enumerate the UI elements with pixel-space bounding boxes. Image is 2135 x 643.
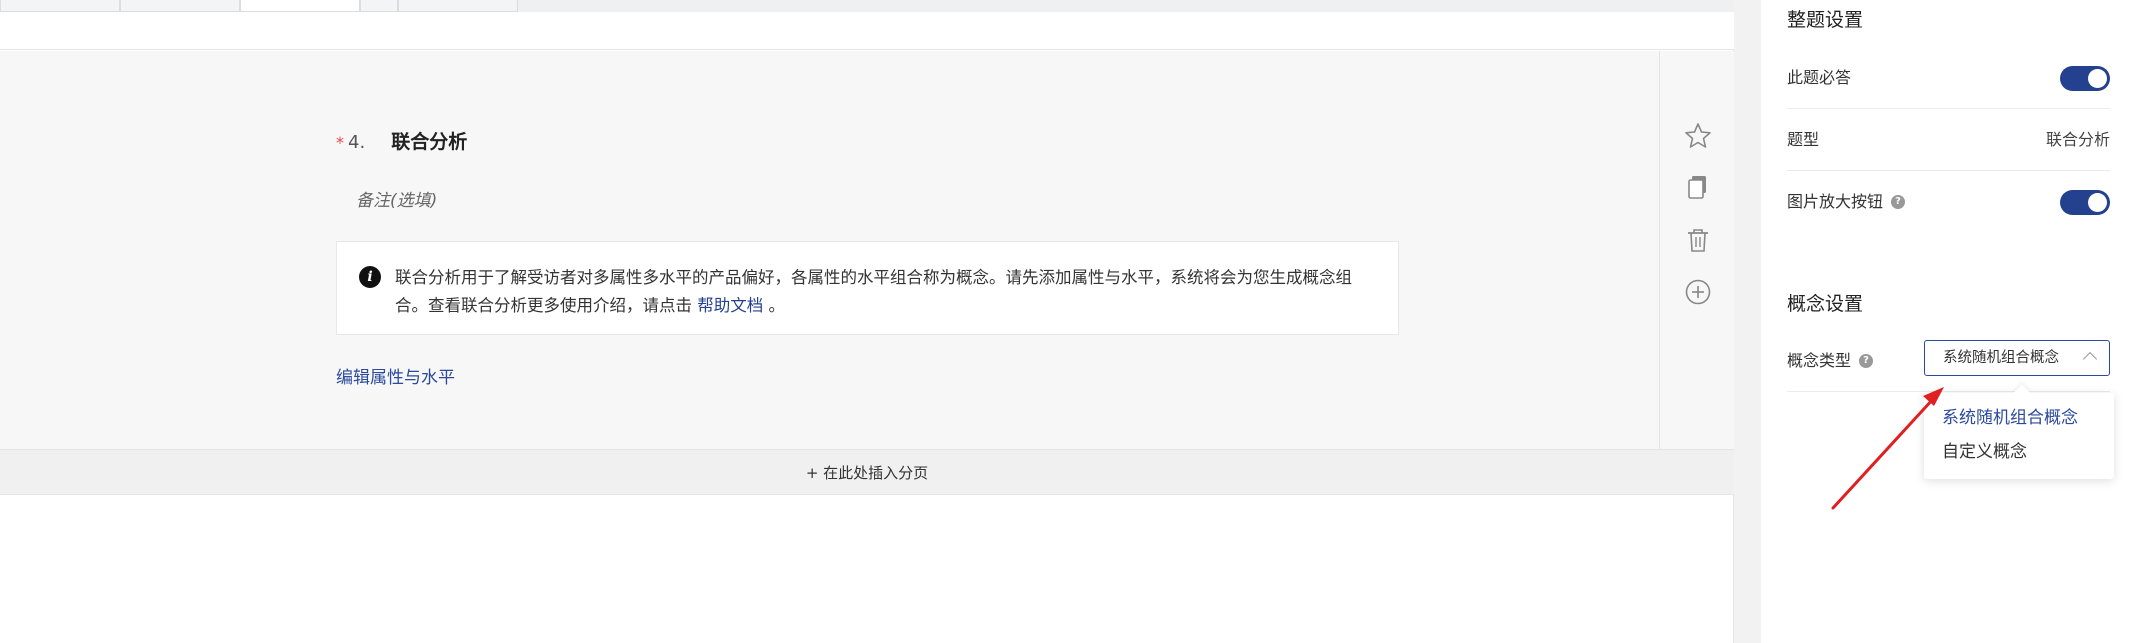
edit-attributes-link[interactable]: 编辑属性与水平	[336, 363, 455, 388]
question-title[interactable]: 联合分析	[391, 127, 467, 154]
copy-icon	[1688, 176, 1706, 199]
question-toolbar	[1661, 51, 1734, 449]
chevron-up-icon	[2082, 351, 2098, 367]
concept-type-row: 概念类型 ? 系统随机组合概念	[1787, 330, 2110, 392]
tab-strip	[0, 0, 1734, 12]
required-setting-row: 此题必答	[1787, 47, 2110, 109]
required-label: 此题必答	[1787, 68, 1852, 87]
question-header: * 4. 联合分析	[336, 127, 467, 154]
toggle-knob	[2088, 69, 2107, 88]
info-text-suffix: 。	[768, 296, 786, 315]
tab-5[interactable]	[398, 0, 518, 12]
required-toggle[interactable]	[2060, 66, 2110, 91]
whole-settings-title: 整题设置	[1787, 9, 1864, 31]
zoom-button-row: 图片放大按钮 ?	[1787, 171, 2110, 233]
question-card[interactable]: * 4. 联合分析 备注(选填) i 联合分析用于了解受访者对多属性多水平的产品…	[0, 51, 1734, 449]
help-icon[interactable]: ?	[1859, 354, 1874, 368]
survey-canvas: * 4. 联合分析 备注(选填) i 联合分析用于了解受访者对多属性多水平的产品…	[0, 12, 1734, 643]
favorite-button[interactable]	[1683, 121, 1713, 151]
help-doc-link[interactable]: 帮助文档	[697, 296, 763, 315]
concept-type-dropdown: 系统随机组合概念 自定义概念	[1924, 393, 2114, 479]
question-number: 4.	[348, 132, 366, 153]
tab-2[interactable]	[120, 0, 240, 12]
add-circle-icon	[1685, 279, 1711, 305]
concept-type-label-text: 概念类型	[1787, 351, 1852, 370]
option-custom[interactable]: 自定义概念	[1924, 435, 2114, 469]
required-mark: *	[336, 133, 344, 152]
question-note-input[interactable]: 备注(选填)	[356, 186, 437, 211]
previous-question-area	[0, 12, 1734, 50]
delete-button[interactable]	[1683, 225, 1713, 255]
zoom-toggle[interactable]	[2060, 190, 2110, 215]
trash-icon	[1688, 229, 1708, 252]
question-type-row: 题型 联合分析	[1787, 109, 2110, 171]
help-icon[interactable]: ?	[1891, 195, 1906, 209]
tab-3[interactable]	[240, 0, 360, 12]
insert-page-break-button[interactable]: + 在此处插入分页	[0, 449, 1734, 495]
zoom-label: 图片放大按钮 ?	[1787, 171, 1906, 233]
info-text-body: 联合分析用于了解受访者对多属性多水平的产品偏好，各属性的水平组合称为概念。请先添…	[395, 268, 1352, 315]
concept-type-label: 概念类型 ?	[1787, 330, 1874, 392]
add-question-button[interactable]	[1683, 277, 1713, 307]
tab-4[interactable]	[360, 0, 398, 12]
concept-type-selected: 系统随机组合概念	[1943, 350, 2059, 366]
type-label: 题型	[1787, 130, 1820, 149]
tab-1[interactable]	[0, 0, 120, 12]
copy-button[interactable]	[1683, 172, 1713, 202]
star-icon	[1685, 123, 1711, 148]
info-icon: i	[359, 266, 381, 288]
option-system-random[interactable]: 系统随机组合概念	[1924, 401, 2114, 435]
question-body: * 4. 联合分析 备注(选填) i 联合分析用于了解受访者对多属性多水平的产品…	[0, 51, 1660, 449]
info-text: 联合分析用于了解受访者对多属性多水平的产品偏好，各属性的水平组合称为概念。请先添…	[395, 264, 1378, 320]
zoom-label-text: 图片放大按钮	[1787, 192, 1884, 211]
concept-settings-title: 概念设置	[1787, 293, 1864, 315]
toggle-knob	[2088, 193, 2107, 212]
settings-panel: 整题设置 此题必答 题型 联合分析 图片放大按钮 ? 概念设置 概念类型 ? 系…	[1761, 0, 2135, 643]
info-box: i 联合分析用于了解受访者对多属性多水平的产品偏好，各属性的水平组合称为概念。请…	[336, 241, 1399, 335]
concept-type-select[interactable]: 系统随机组合概念	[1924, 340, 2110, 376]
type-value: 联合分析	[2045, 130, 2110, 149]
